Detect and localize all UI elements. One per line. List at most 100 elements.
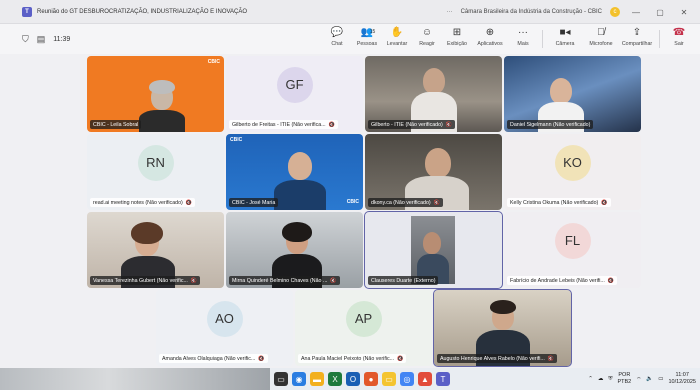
ellipsis-icon: ··· xyxy=(518,27,528,38)
chat-button[interactable]: 💬 Chat xyxy=(322,24,352,54)
folder-icon[interactable]: ▭ xyxy=(382,372,396,386)
participant-name: Fabrício de Andrade Lebeis (Não verifi..… xyxy=(507,276,618,285)
profile-avatar[interactable]: c xyxy=(610,7,620,17)
hand-icon: ✋ xyxy=(390,27,404,38)
organization-name[interactable]: Câmara Brasileira da Indústria da Constr… xyxy=(461,9,602,15)
toolbar-divider xyxy=(659,30,660,48)
participant-tile[interactable]: CBIC CBIC - Leila Sobral xyxy=(87,56,224,132)
participant-name: Gilberto de Freitas - ITIE (Não verifica… xyxy=(229,120,338,129)
mic-muted-icon: 🔇 xyxy=(547,355,555,362)
toolbar-divider xyxy=(542,30,543,48)
meeting-toolbar: ⛉ ▤ 11:39 💬 Chat 👥 15 Pessoas ✋ Levantar … xyxy=(0,24,700,54)
mic-muted-icon: 🔇 xyxy=(190,277,198,284)
participant-tile[interactable]: GF Gilberto de Freitas - ITIE (Não verif… xyxy=(226,56,363,132)
participant-name: Gilberto - ITIE (Não verificado) 🔇 xyxy=(368,120,456,129)
file-explorer-icon[interactable]: ▬ xyxy=(310,372,324,386)
participant-hair xyxy=(490,300,516,314)
cbic-logo: CBIC xyxy=(230,137,243,143)
participant-tile[interactable]: Clauseres Duarte (Externo) xyxy=(364,211,503,289)
participant-hair xyxy=(282,222,312,242)
participant-video xyxy=(425,148,451,178)
cbic-logo: CBIC xyxy=(346,199,359,205)
meeting-info-icon[interactable]: ▤ xyxy=(37,34,46,45)
clock[interactable]: 11:07 10/12/2025 xyxy=(668,372,696,386)
smile-icon: ☺ xyxy=(421,27,433,38)
mic-muted-icon: 🔇 xyxy=(397,355,404,362)
participant-avatar: AP xyxy=(345,300,382,337)
apps-icon: ⊕ xyxy=(485,27,495,38)
meeting-timer: 11:39 xyxy=(53,35,71,43)
leave-button[interactable]: ☎ Sair xyxy=(664,24,694,54)
desktop-background xyxy=(0,368,270,390)
participant-tile[interactable]: Augusto Henrique Alves Rabelo (Não verif… xyxy=(433,289,572,367)
wifi-icon[interactable]: ⌔ xyxy=(636,376,641,383)
people-count: 15 xyxy=(369,29,376,35)
participant-tile[interactable]: dkony.ca (Não verificado) 🔇 xyxy=(365,134,502,210)
participant-name: CBIC - Leila Sobral xyxy=(90,120,142,129)
mic-muted-icon: 🔇 xyxy=(330,277,337,284)
react-button[interactable]: ☺ Reagir xyxy=(412,24,442,54)
participant-body xyxy=(274,180,326,210)
participant-tile[interactable]: AO Amanda Alves Olalquiaga (Não verific.… xyxy=(156,290,293,366)
task-view-icon[interactable]: ▭ xyxy=(274,372,288,386)
mic-muted-icon: 🔇 xyxy=(258,355,265,362)
participant-avatar: FL xyxy=(554,222,591,259)
participant-tile[interactable]: AP Ana Paula Maciel Peixoto (Não verific… xyxy=(295,290,432,366)
teams-logo-icon: T xyxy=(22,6,32,17)
participant-tile[interactable]: Vanessa Terezinha Gubert (Não verific...… xyxy=(87,212,224,288)
close-button[interactable]: ✕ xyxy=(676,8,692,17)
shield-icon[interactable]: ⛉ xyxy=(22,34,29,45)
participant-name: Kelly Cristina Okuma (Não verificado) 🔇 xyxy=(507,198,611,207)
participant-hair xyxy=(149,80,175,94)
chat-icon: 💬 xyxy=(330,27,344,38)
view-button[interactable]: ⊞ Exibição xyxy=(442,24,472,54)
excel-icon[interactable]: X xyxy=(328,372,342,386)
participant-tile[interactable]: Mirna Quinderé Belmino Chaves (Não ... 🔇 xyxy=(226,212,363,288)
meeting-title: Reunião do GT DESBUROCRATIZAÇÃO, INDUSTR… xyxy=(37,8,248,15)
outlook-icon[interactable]: O xyxy=(346,372,360,386)
edge-browser-icon[interactable]: ◉ xyxy=(292,372,306,386)
mic-muted-icon: 🔇 xyxy=(328,121,335,128)
microphone-muted-icon: 🎙̸ xyxy=(597,27,605,38)
battery-icon[interactable]: ▭ xyxy=(658,376,663,382)
more-button[interactable]: ··· Mais xyxy=(508,24,538,54)
mic-muted-icon: 🔇 xyxy=(433,199,440,206)
participant-tile[interactable]: Daniel Sigelmann (Não verificado) xyxy=(504,56,641,132)
app-icon[interactable]: ▲ xyxy=(418,372,432,386)
chevron-up-icon[interactable]: ⌃ xyxy=(588,376,593,382)
participant-name: Vanessa Terezinha Gubert (Não verific...… xyxy=(90,276,201,285)
taskbar: ▭ ◉ ▬ X O ● ▭ ◎ ▲ T ⌃ ☁ ⛨ POR PTB2 ⌔ 🔈 ▭… xyxy=(270,368,700,390)
security-icon[interactable]: ⛨ xyxy=(608,376,612,383)
people-button[interactable]: 👥 15 Pessoas xyxy=(352,24,382,54)
more-options-icon[interactable]: ··· xyxy=(447,9,453,15)
participant-video xyxy=(550,78,572,104)
raise-hand-button[interactable]: ✋ Levantar xyxy=(382,24,412,54)
participant-tile[interactable]: Gilberto - ITIE (Não verificado) 🔇 xyxy=(365,56,502,132)
firefox-icon[interactable]: ● xyxy=(364,372,378,386)
participant-tile[interactable]: FL Fabrício de Andrade Lebeis (Não verif… xyxy=(504,212,641,288)
phone-hangup-icon: ☎ xyxy=(672,27,686,38)
microphone-button[interactable]: 🎙̸ Microfone xyxy=(583,24,619,54)
grid-view-icon: ⊞ xyxy=(452,27,462,38)
participant-tile[interactable]: KO Kelly Cristina Okuma (Não verificado)… xyxy=(504,134,641,210)
participant-avatar: KO xyxy=(554,144,591,181)
participant-name: CBIC - José Maria xyxy=(229,198,279,207)
cloud-icon[interactable]: ☁ xyxy=(598,376,604,382)
participant-name: dkony.ca (Não verificado) 🔇 xyxy=(368,198,443,207)
chrome-icon[interactable]: ◎ xyxy=(400,372,414,386)
apps-button[interactable]: ⊕ Aplicativos xyxy=(472,24,508,54)
teams-icon[interactable]: T xyxy=(436,372,450,386)
share-button[interactable]: ⇪ Compartilhar xyxy=(619,24,655,54)
language-indicator[interactable]: POR PTB2 xyxy=(617,372,631,386)
maximize-button[interactable]: ▢ xyxy=(652,8,668,17)
participant-tile[interactable]: RN read.ai meeting notes (Não verificado… xyxy=(87,134,224,210)
volume-icon[interactable]: 🔈 xyxy=(646,376,653,382)
participant-video xyxy=(288,152,312,180)
participant-avatar: RN xyxy=(137,144,174,181)
cbic-logo: CBIC xyxy=(207,59,220,65)
camera-button[interactable]: ■◂ Câmera xyxy=(547,24,583,54)
participant-avatar: AO xyxy=(206,300,243,337)
participant-video xyxy=(423,68,445,94)
participant-tile[interactable]: CBIC CBIC CBIC - José Maria xyxy=(226,134,363,210)
minimize-button[interactable]: — xyxy=(628,8,644,17)
